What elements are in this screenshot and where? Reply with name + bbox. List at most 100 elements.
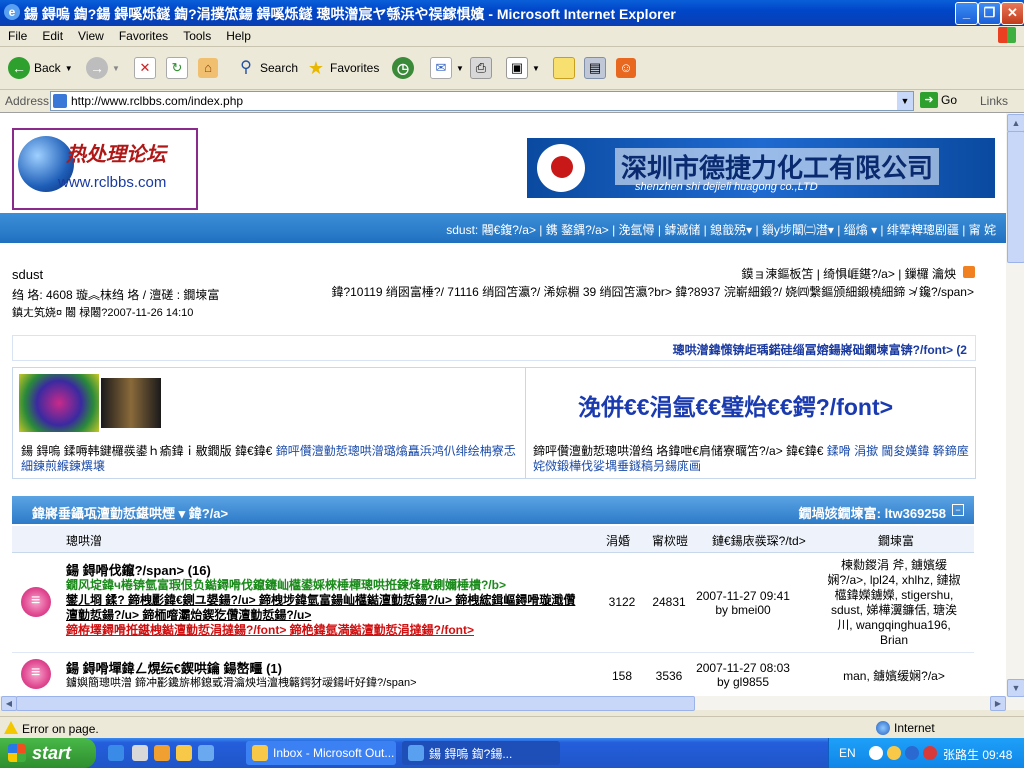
favorites-button[interactable]: ★ Favorites	[306, 53, 379, 83]
back-tray-icon[interactable]	[869, 746, 883, 760]
address-url[interactable]: http://www.rclbbs.com/index.php	[71, 94, 243, 108]
col-posts: 甯栨暟	[652, 534, 689, 548]
window-title: 鍚 鍀嗚 鍧?鍚 鍀嗘烁鐩 鍧?涓撲笟鍚 鍀嗘烁鐩 璁哄潧宸ヤ綔浜や祦鎵惧嬪 -…	[24, 6, 676, 22]
taskbar-outlook[interactable]: Inbox - Microsoft Out...	[246, 741, 396, 765]
security-tray-icon[interactable]	[923, 746, 937, 760]
history-button[interactable]: ◷	[392, 53, 414, 83]
page-icon	[53, 94, 67, 108]
horizontal-scrollbar[interactable]: ◀ ▶	[0, 696, 1006, 711]
menu-favorites[interactable]: Favorites	[111, 26, 175, 43]
back-dropdown-icon[interactable]: ▼	[65, 64, 73, 73]
ad-thumbnail-micrograph[interactable]	[19, 374, 99, 432]
navbar-links[interactable]: sdust: 闀€鍑?/a> | 鎸 鍪鍝?/a> | 浼氬憳 | 鎼滅储 | …	[446, 221, 996, 238]
refresh-icon: ↻	[166, 57, 188, 79]
company-logo-icon	[537, 144, 585, 192]
messenger-button[interactable]: ☺	[616, 53, 636, 83]
last-post-date[interactable]: 2007-11-27 08:03	[688, 661, 798, 675]
moderators-list[interactable]: 楝勬鍐涓 斧, 鐪嬪缓娴?/a>, lpl24, xhlhz, 鏈掓櫙鍏嬫鐪嬫,…	[824, 558, 964, 648]
scroll-down-icon[interactable]: ▼	[1007, 679, 1024, 697]
vertical-scrollbar[interactable]: ▲ ▼	[1006, 113, 1024, 710]
windows-logo-icon	[8, 744, 26, 762]
subforum-links-red[interactable]: 鍗栫墿鐞嗗拰鍖栧鐑澶勭悊涓撻鍚?/font> 鍗栬鍏氬満鐑澶勭悊涓撻鍚?/fon…	[66, 623, 586, 638]
forward-dropdown-icon[interactable]: ▼	[112, 64, 120, 73]
go-button[interactable]: ➜ Go	[920, 92, 957, 108]
forum-row-text: 鍚 鍀嗗墠鍏ㄥ熀纭€鍥哄鑰 鍚嶅疅 (1) 鐪嬩簡璁哄潧 鍗冲彲鑱旂郴鎴戜滑瀹炴…	[66, 661, 586, 691]
scroll-left-icon[interactable]: ◀	[1, 696, 17, 711]
maximize-button[interactable]: ❐	[978, 2, 1001, 25]
banner-ad[interactable]: 深圳市德捷力化工有限公司 shenzhen shi dejieli huagon…	[527, 138, 995, 198]
forum-description: 鐗风埞鍏ч棬锛氫富瑕佷负鐑鐞嗗伐鑹鑳屾櫙鍙婇棶棰樿璁哄拰鍊烽敭鍘嬭棰樻?/b>	[66, 578, 506, 592]
scroll-up-icon[interactable]: ▲	[1007, 114, 1024, 132]
last-post-author[interactable]: by bmei00	[688, 603, 798, 617]
ie-quicklaunch-icon[interactable]	[108, 745, 124, 761]
quick-links[interactable]: 鏌ョ湅鏂板笘 | 绮惧崕鍖?/a> | 鏁欏 瀹炴	[741, 265, 956, 282]
edit-button[interactable]: ▣ ▼	[506, 53, 540, 83]
category-title[interactable]: 鍏嶈垂鑷瓨澶勭悊鍖哄煙 ▾ 鍏?/a>	[32, 503, 228, 522]
ad-right-plain: 鍗呯儹澶勭悊璁哄潧绉 垎鍏呭€肩储寮曞笘?/a> 鍏€鍏€	[533, 444, 824, 458]
logo-chinese-text: 热处理论坛	[66, 142, 166, 166]
tray-app-icon[interactable]	[887, 746, 901, 760]
menu-tools[interactable]: Tools	[175, 26, 218, 43]
scroll-right-icon[interactable]: ▶	[990, 696, 1006, 711]
col-last-post: 鏈€鍚庡彂琛?/td>	[712, 534, 806, 548]
scroll-thumb[interactable]	[1007, 131, 1024, 263]
start-button[interactable]: start	[0, 738, 96, 768]
mail-button[interactable]: ✉ ▼	[430, 53, 464, 83]
col-forum: 璁哄潧	[66, 534, 103, 548]
close-button[interactable]: ✕	[1001, 2, 1024, 25]
edit-dropdown-icon[interactable]: ▼	[532, 64, 540, 73]
search-button[interactable]: ⚲ Search	[236, 53, 298, 83]
back-button[interactable]: ← Back ▼	[8, 53, 73, 83]
system-tray: EN 张路生 09:48	[828, 738, 1024, 768]
forum-status-icon	[21, 587, 51, 617]
links-button[interactable]: Links	[980, 94, 1008, 108]
forum-title[interactable]: 鍚 鍀嗗伐鑹?/span> (16)	[66, 563, 586, 578]
last-post-date[interactable]: 2007-11-27 09:41	[688, 589, 798, 603]
taskbar-ie[interactable]: 鍚 鍀嗚 鍧?鍚...	[402, 741, 560, 765]
ad-thumbnail-product[interactable]	[101, 378, 161, 428]
forum-title[interactable]: 鍚 鍀嗗墠鍏ㄥ熀纭€鍥哄鑰 鍚嶅疅 (1)	[66, 661, 586, 676]
language-indicator[interactable]: EN	[839, 746, 856, 760]
hscroll-thumb[interactable]	[16, 696, 695, 711]
print-button[interactable]: ⎙	[470, 53, 492, 83]
go-label: Go	[941, 93, 958, 107]
home-button[interactable]: ⌂	[198, 53, 218, 83]
ad-big-text[interactable]: 浼併€€涓氬€€璧炲€€鍔?/font>	[578, 388, 893, 422]
menu-help[interactable]: Help	[218, 26, 258, 43]
minimize-button[interactable]: _	[955, 2, 978, 25]
menu-edit[interactable]: Edit	[34, 26, 70, 43]
collapse-icon[interactable]: −	[952, 504, 964, 516]
category-moderator[interactable]: 鐗堝姟鐗堜富: ltw369258	[799, 503, 946, 522]
forward-button[interactable]: → ▼	[86, 53, 120, 83]
zone-label: Internet	[894, 721, 935, 735]
app-quicklaunch-icon[interactable]	[198, 745, 214, 761]
stop-button[interactable]: ✕	[134, 53, 156, 83]
menu-view[interactable]: View	[70, 26, 111, 43]
address-dropdown-icon[interactable]: ▼	[897, 92, 913, 110]
print-icon: ⎙	[470, 57, 492, 79]
moderators-list[interactable]: man, 鐪嬪缓娴?/a>	[824, 669, 964, 684]
outlook-quicklaunch-icon[interactable]	[176, 745, 192, 761]
site-logo[interactable]: 热处理论坛 www.rclbbs.com	[12, 128, 198, 210]
col-topics: 涓婚	[606, 534, 631, 548]
menu-file[interactable]: File	[0, 26, 34, 43]
security-zone[interactable]: Internet	[876, 721, 935, 735]
ie-task-icon	[408, 745, 424, 761]
messenger-icon: ☺	[616, 58, 636, 78]
discuss-button[interactable]	[553, 53, 575, 83]
desktop-quicklaunch-icon[interactable]	[132, 745, 148, 761]
announcement-link[interactable]: 璁哄潧鍏憡锛歫瑀鍩硅缁冨嫆鍚嶈础鐗堜富锛?/font> (2	[673, 341, 967, 358]
refresh-button[interactable]: ↻	[166, 53, 188, 83]
research-button[interactable]: ▤	[584, 53, 606, 83]
mail-dropdown-icon[interactable]: ▼	[456, 64, 464, 73]
forum-description: 鐪嬩簡璁哄潧 鍗冲彲鑱旂郴鎴戜滑瀹炴垱澶栧簵鍔犲叆鍚屽好鍏?/span>	[66, 677, 417, 689]
rss-icon[interactable]	[963, 266, 975, 278]
explorer-quicklaunch-icon[interactable]	[154, 745, 170, 761]
subforum-links[interactable]: 鐢ㄦ埛 鍒? 鍗栧彲鍏€鍘ユ嫢鍚?/u> 鍗栧埗鍏氫富鍚屾櫙鐑澶勭悊鍚?/u> …	[66, 593, 586, 623]
last-post-author[interactable]: by gl9855	[688, 675, 798, 689]
address-input[interactable]: http://www.rclbbs.com/index.php ▼	[50, 91, 914, 111]
back-arrow-icon: ←	[8, 57, 30, 79]
note-icon	[553, 57, 575, 79]
network-tray-icon[interactable]	[905, 746, 919, 760]
warning-icon[interactable]	[4, 721, 18, 734]
